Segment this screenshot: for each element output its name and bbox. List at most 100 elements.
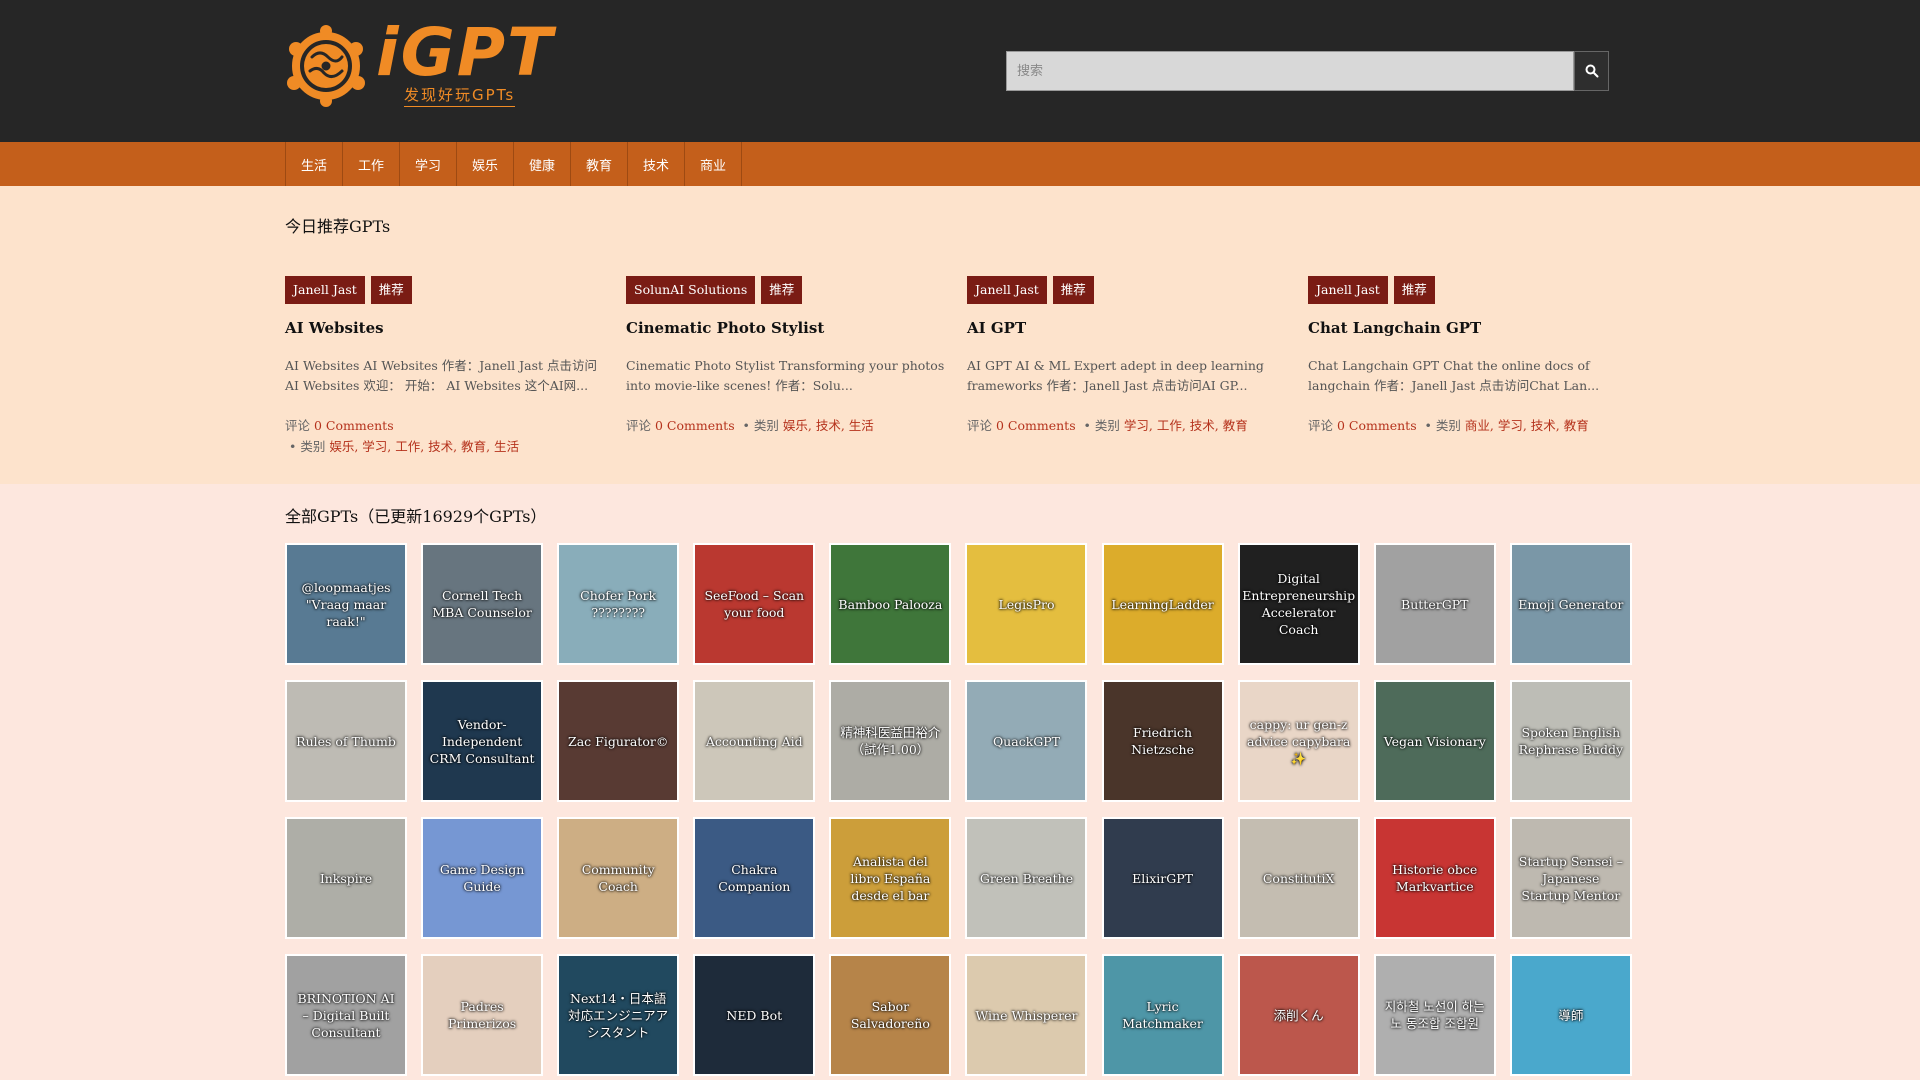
author-tag[interactable]: Janell Jast: [285, 276, 365, 304]
gpt-tile[interactable]: 添削くん: [1237, 954, 1360, 1076]
gpt-tile-label: 添削くん: [1273, 1007, 1324, 1023]
comments-link[interactable]: 0 Comments: [655, 418, 735, 433]
gpt-tile-label: Zac Figurator©: [568, 733, 669, 749]
gpt-tile[interactable]: cappy: ur gen-z advice capybara ✨: [1237, 680, 1360, 802]
comments-link[interactable]: 0 Comments: [996, 418, 1076, 433]
nav-item-study[interactable]: 学习: [400, 142, 457, 186]
gpt-tile-label: Vegan Visionary: [1383, 733, 1486, 749]
gpt-tile[interactable]: BRINOTION AI – Digital Built Consultant: [285, 954, 407, 1076]
gpt-tile[interactable]: Lyric Matchmaker: [1101, 954, 1224, 1076]
gpt-tile[interactable]: @loopmaatjes "Vraag maar raak!": [285, 543, 407, 665]
gpt-tile[interactable]: LegisPro: [965, 543, 1088, 665]
gpt-tile-label: 精神科医益田裕介（試作1.00）: [840, 725, 941, 757]
card-description: AI Websites AI Websites 作者：Janell Jast 点…: [285, 358, 598, 393]
gpt-tile[interactable]: Padres Primerizos: [421, 954, 544, 1076]
gpt-tile[interactable]: Zac Figurator©: [557, 680, 680, 802]
gpt-tile[interactable]: 지하철 노선이 하는 노 동조합 조합원: [1373, 954, 1496, 1076]
card-title[interactable]: AI GPT: [967, 319, 1287, 337]
nav-item-work[interactable]: 工作: [343, 142, 400, 186]
comments-link[interactable]: 0 Comments: [314, 418, 394, 433]
category-links[interactable]: 娱乐, 学习, 工作, 技术, 教育, 生活: [329, 439, 519, 454]
gpt-tile[interactable]: Wine Whisperer: [965, 954, 1088, 1076]
card-title[interactable]: Cinematic Photo Stylist: [626, 319, 946, 337]
gpt-tile-label: Wine Whisperer: [975, 1007, 1078, 1023]
gpt-tile-label: Green Breathe: [979, 870, 1074, 886]
gpt-tile-label: Accounting Aid: [705, 733, 803, 749]
recommend-tag[interactable]: 推荐: [1393, 276, 1435, 304]
gpt-tile-label: ConstitutiX: [1262, 870, 1335, 886]
gpt-tile-label: Cornell Tech MBA Counselor: [432, 588, 532, 620]
gpt-tile[interactable]: Emoji Generator: [1509, 543, 1632, 665]
card-description: AI GPT AI & ML Expert adept in deep lear…: [967, 358, 1264, 393]
gpt-tile[interactable]: Spoken English Rephrase Buddy: [1509, 680, 1632, 802]
recommend-tag[interactable]: 推荐: [370, 276, 412, 304]
author-tag[interactable]: Janell Jast: [1308, 276, 1388, 304]
gpt-tile-label: Next14・日本語対応エンジニアアシスタント: [568, 990, 669, 1040]
gpt-tile[interactable]: Game Design Guide: [421, 817, 544, 939]
category-label: 类别: [753, 418, 779, 433]
gpt-tile[interactable]: Vendor-Independent CRM Consultant: [421, 680, 544, 802]
site-logo[interactable]: iGPT 发现好玩GPTs: [284, 14, 574, 108]
gpt-tile[interactable]: Chofer Pork ????????: [557, 543, 680, 665]
gpt-tile[interactable]: Bamboo Palooza: [829, 543, 952, 665]
gpt-tile-label: Rules of Thumb: [296, 733, 396, 749]
category-links[interactable]: 娱乐, 技术, 生活: [783, 418, 874, 433]
gpt-tile[interactable]: ConstitutiX: [1237, 817, 1360, 939]
gpt-tile[interactable]: Cornell Tech MBA Counselor: [421, 543, 544, 665]
gpt-tile[interactable]: NED Bot: [693, 954, 816, 1076]
recommend-tag[interactable]: 推荐: [1052, 276, 1094, 304]
gpt-tile[interactable]: Accounting Aid: [693, 680, 816, 802]
category-links[interactable]: 学习, 工作, 技术, 教育: [1124, 418, 1248, 433]
comments-link[interactable]: 0 Comments: [1337, 418, 1417, 433]
comments-label: 评论: [967, 418, 993, 433]
category-links[interactable]: 商业, 学习, 技术, 教育: [1465, 418, 1589, 433]
gpt-tile-label: Vendor-Independent CRM Consultant: [429, 716, 535, 766]
card-title[interactable]: Chat Langchain GPT: [1308, 319, 1628, 337]
nav-item-life[interactable]: 生活: [286, 142, 343, 186]
gpt-tile[interactable]: Green Breathe: [965, 817, 1088, 939]
featured-card: Janell Jast 推荐 Chat Langchain GPT Chat L…: [1308, 276, 1628, 436]
nav-item-business[interactable]: 商业: [685, 142, 742, 186]
search-button[interactable]: [1574, 51, 1609, 91]
gpt-tile[interactable]: Chakra Companion: [693, 817, 816, 939]
gpt-tile[interactable]: Inkspire: [285, 817, 407, 939]
gpt-tile[interactable]: Vegan Visionary: [1373, 680, 1496, 802]
gpt-tile-label: ElixirGPT: [1132, 870, 1193, 886]
gpt-tile-label: Padres Primerizos: [448, 999, 517, 1031]
nav-item-technology[interactable]: 技术: [628, 142, 685, 186]
brain-logo-icon: [287, 25, 365, 107]
author-tag[interactable]: Janell Jast: [967, 276, 1047, 304]
search-input[interactable]: [1006, 51, 1574, 91]
gpt-tile[interactable]: 導師: [1509, 954, 1632, 1076]
nav-item-education[interactable]: 教育: [571, 142, 628, 186]
featured-title: 今日推荐GPTs: [285, 217, 391, 236]
gpt-tile-label: BRINOTION AI – Digital Built Consultant: [297, 990, 395, 1040]
gpt-tile[interactable]: Historie obce Markvartice: [1373, 817, 1496, 939]
gpt-tile[interactable]: Startup Sensei – Japanese Startup Mentor: [1509, 817, 1632, 939]
gpt-tile[interactable]: 精神科医益田裕介（試作1.00）: [829, 680, 952, 802]
gpt-tile[interactable]: Sabor Salvadoreño: [829, 954, 952, 1076]
gpt-tile[interactable]: Rules of Thumb: [285, 680, 407, 802]
gpt-tile[interactable]: SeeFood – Scan your food: [693, 543, 816, 665]
author-tag[interactable]: SolunAI Solutions: [626, 276, 756, 304]
gpt-tile[interactable]: Digital Entrepreneurship Accelerator Coa…: [1237, 543, 1360, 665]
category-nav: 生活 工作 学习 娱乐 健康 教育 技术 商业: [0, 142, 1920, 186]
card-description: Cinematic Photo Stylist Transforming you…: [626, 358, 945, 393]
gpt-tile[interactable]: ElixirGPT: [1101, 817, 1224, 939]
nav-item-entertainment[interactable]: 娱乐: [457, 142, 514, 186]
gpt-tile[interactable]: LearningLadder: [1101, 543, 1224, 665]
gpt-tile[interactable]: Analista del libro España desde el bar: [829, 817, 952, 939]
logo-title: iGPT: [376, 14, 555, 91]
gpt-tile-label: NED Bot: [726, 1007, 783, 1023]
nav-item-health[interactable]: 健康: [514, 142, 571, 186]
gpt-tile[interactable]: ButterGPT: [1373, 543, 1496, 665]
gpt-tile[interactable]: Community Coach: [557, 817, 680, 939]
gpt-tile[interactable]: QuackGPT: [965, 680, 1088, 802]
card-title[interactable]: AI Websites: [285, 319, 605, 337]
gpt-tile-label: 지하철 노선이 하는 노 동조합 조합원: [1384, 999, 1485, 1031]
gpt-tile[interactable]: Next14・日本語対応エンジニアアシスタント: [557, 954, 680, 1076]
recommend-tag[interactable]: 推荐: [761, 276, 803, 304]
card-meta: 评论 0 Comments • 类别 学习, 工作, 技术, 教育: [967, 418, 1248, 433]
gpt-tile-label: Inkspire: [319, 870, 373, 886]
gpt-tile[interactable]: Friedrich Nietzsche: [1101, 680, 1224, 802]
